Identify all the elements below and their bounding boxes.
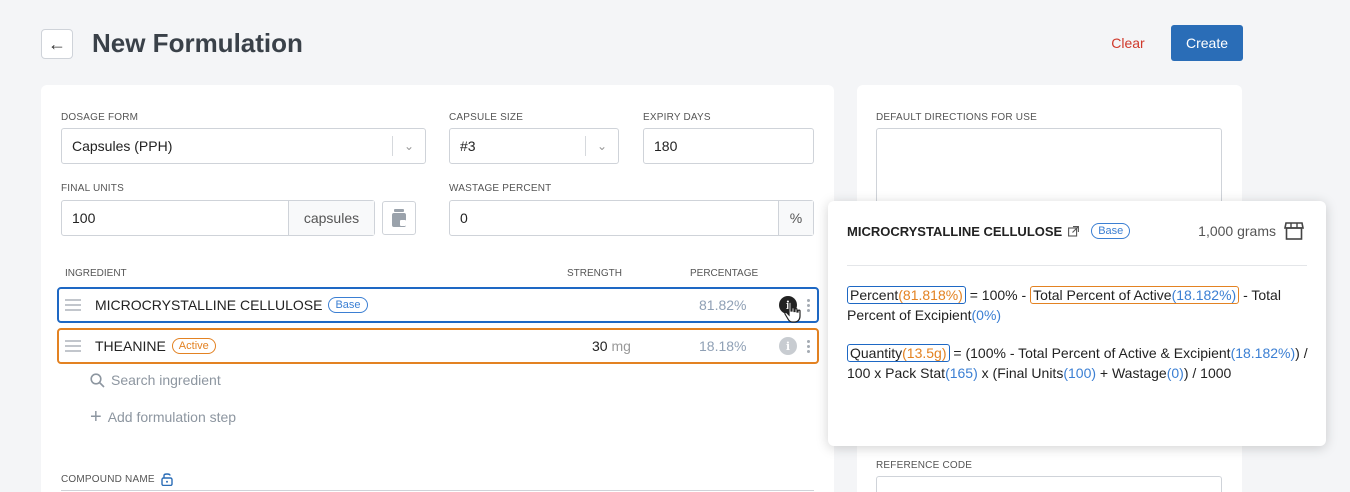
quantity-formula: Quantity(13.5g) = (100% - Total Percent … [847,343,1312,383]
chevron-down-icon: ⌄ [596,139,608,153]
chevron-down-icon: ⌄ [403,139,415,153]
ingredient-strength[interactable]: 30 mg [592,338,631,354]
formula-text: = 100% - [969,287,1027,303]
dosage-form-select[interactable]: Capsules (PPH) ⌄ [61,128,426,164]
capsule-size-value: #3 [460,138,476,154]
ingredient-name: THEANINE [95,338,166,354]
search-icon [90,372,105,388]
arrow-left-icon: ← [48,33,66,54]
more-options-icon[interactable] [807,339,811,353]
directions-label: DEFAULT DIRECTIONS FOR USE [876,112,1037,123]
wastage-percent-value: 0 [460,210,468,226]
final-units-input[interactable]: 100 capsules [61,200,375,236]
strength-unit: mg [611,338,631,354]
wastage-percent-label: WASTAGE PERCENT [449,183,552,194]
expiry-days-label: EXPIRY DAYS [643,112,711,123]
add-formulation-step-button[interactable]: + Add formulation step [90,406,237,428]
ingredient-row[interactable]: MICROCRYSTALLINE CELLULOSE Base 81.82% i [57,287,819,323]
formula-text: = (100% - Total Percent of Active & Exci… [953,345,1231,361]
amount-value: 1,000 grams [1198,223,1276,239]
excipient-value: (0%) [971,307,1002,323]
final-units-label: FINAL UNITS [61,183,124,194]
dosage-form-label: DOSAGE FORM [61,112,139,123]
compound-name-label: COMPOUND NAME [61,472,173,486]
popover-amount: 1,000 grams [1198,222,1304,240]
capsule-size-select[interactable]: #3 ⌄ [449,128,619,164]
active-badge: Active [171,338,216,354]
strength-value: 30 [592,338,608,354]
strength-column-header: STRENGTH [567,268,622,279]
store-icon[interactable] [1284,222,1304,240]
directions-textarea[interactable] [876,128,1222,208]
divider [847,265,1307,266]
compound-name-text: COMPOUND NAME [61,473,155,485]
formula-text: + Wastage [1099,365,1167,381]
drag-handle-icon[interactable] [65,299,81,311]
base-badge: Base [1091,223,1131,239]
formula-text: ) / 1000 [1183,365,1232,381]
expiry-days-value: 180 [654,138,678,154]
calculation-popover: MICROCRYSTALLINE CELLULOSE Base 1,000 gr… [828,201,1326,446]
popover-header: MICROCRYSTALLINE CELLULOSE Base [847,223,1131,239]
more-options-icon[interactable] [807,298,811,312]
ingredient-row[interactable]: THEANINE Active 30 mg 18.18% i [57,328,819,364]
percent-term: Percent(81.818%) [847,286,966,304]
ingredient-percentage: 18.18% [699,338,747,354]
search-ingredient-input[interactable]: Search ingredient [90,372,221,388]
ingredient-name: MICROCRYSTALLINE CELLULOSE [95,297,323,313]
percentage-column-header: PERCENTAGE [690,268,759,279]
base-badge: Base [328,297,368,313]
popover-title: MICROCRYSTALLINE CELLULOSE [847,223,1063,239]
plus-icon: + [90,406,102,428]
add-step-label: Add formulation step [107,409,237,425]
capsule-size-label: CAPSULE SIZE [449,112,524,123]
drag-handle-icon[interactable] [65,340,81,352]
active-term: Total Percent of Active(18.182%) [1030,286,1240,304]
reference-code-input[interactable] [876,476,1222,492]
formula-value: (100) [1063,365,1097,381]
page-title: New Formulation [92,28,303,58]
quantity-term: Quantity(13.5g) [847,344,950,362]
bottle-icon [392,209,406,227]
clear-button[interactable]: Clear [1103,27,1153,59]
expiry-days-input[interactable]: 180 [643,128,814,164]
formula-value: (165) [945,365,978,381]
pack-calculator-button[interactable] [382,201,416,235]
formula-value: (18.182%) [1230,345,1296,361]
ingredient-percentage: 81.82% [699,297,747,313]
back-button[interactable]: ← [41,29,73,59]
reference-code-label: REFERENCE CODE [876,460,973,471]
final-units-value: 100 [72,210,96,226]
formula-text: x (Final Units [981,365,1064,381]
external-link-icon[interactable] [1068,225,1080,237]
create-button[interactable]: Create [1171,25,1243,61]
hand-pointer-icon [784,301,801,323]
unlock-icon[interactable] [161,472,173,486]
wastage-percent-input[interactable]: 0 % [449,200,814,236]
wastage-percent-suffix: % [778,201,813,235]
dosage-form-value: Capsules (PPH) [72,138,173,154]
search-placeholder: Search ingredient [111,372,221,388]
final-units-suffix: capsules [288,201,374,235]
info-icon[interactable]: i [779,337,797,355]
percent-formula: Percent(81.818%) = 100% - Total Percent … [847,285,1312,325]
ingredient-column-header: INGREDIENT [65,268,127,279]
formula-value: (0) [1166,365,1184,381]
